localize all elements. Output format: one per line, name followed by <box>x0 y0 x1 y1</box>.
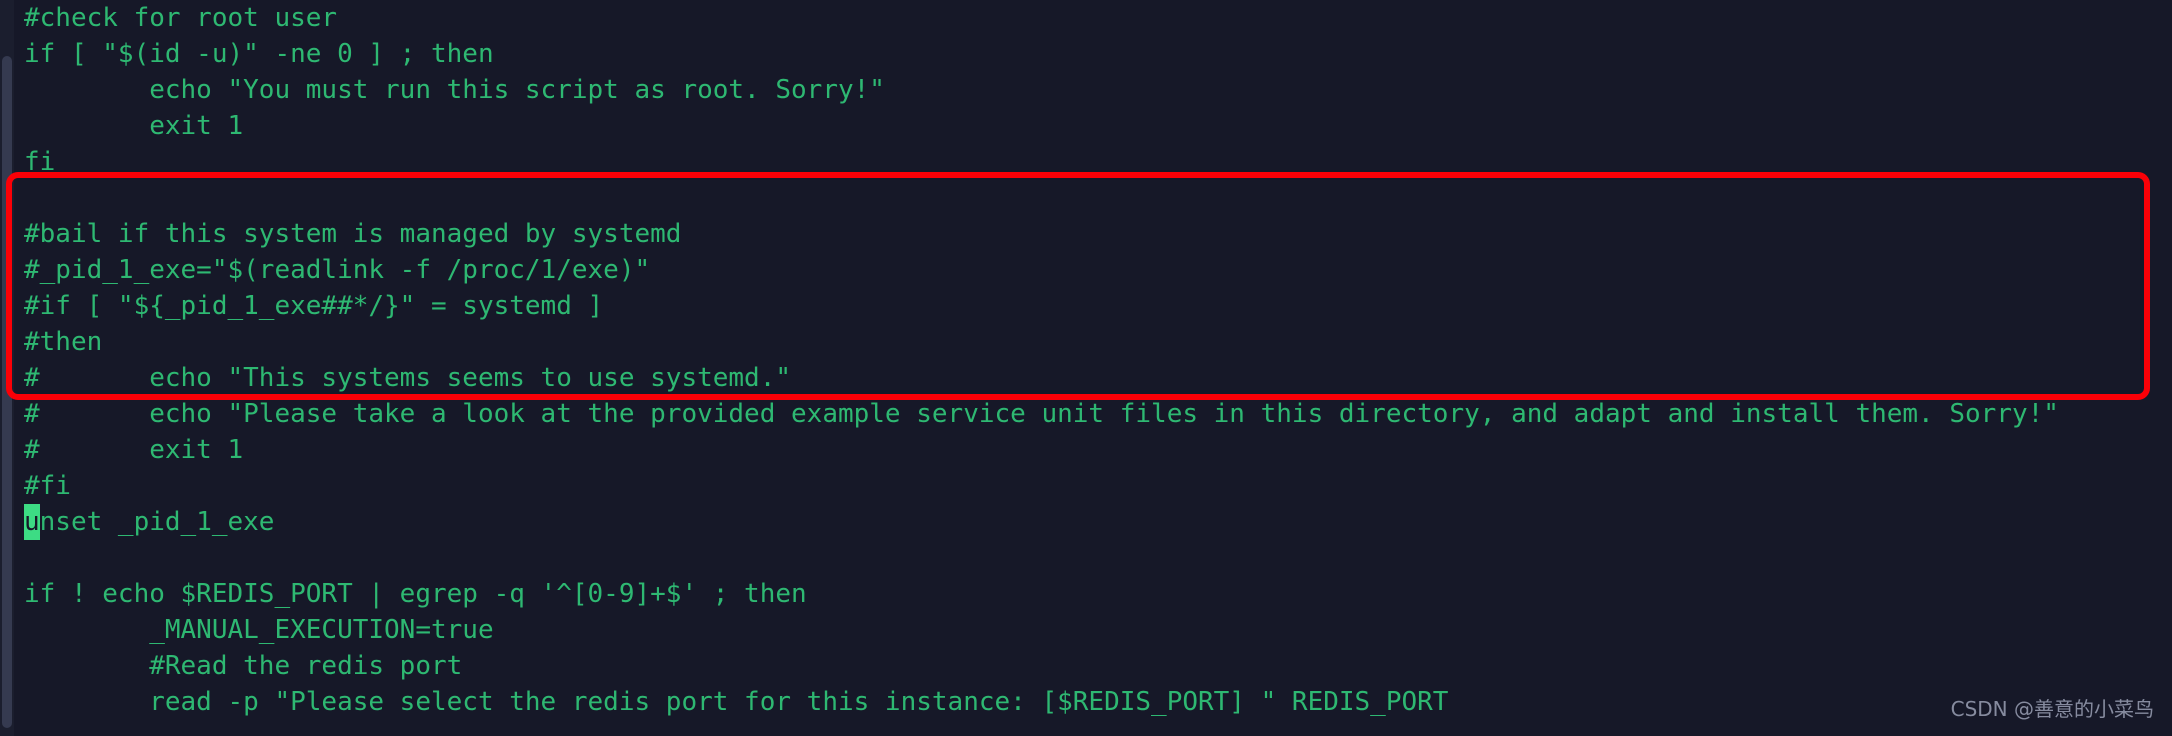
code-content-area[interactable]: #check for root user if [ "$(id -u)" -ne … <box>14 0 2172 736</box>
code-line[interactable]: _MANUAL_EXECUTION=true <box>14 612 2172 648</box>
code-editor-screen: #check for root user if [ "$(id -u)" -ne … <box>0 0 2172 736</box>
code-line[interactable] <box>14 180 2172 216</box>
text-cursor: u <box>24 504 40 540</box>
code-line[interactable]: #check for root user <box>14 0 2172 36</box>
code-line[interactable]: read -p "Please select the redis port fo… <box>14 684 2172 720</box>
code-line[interactable]: #fi <box>14 468 2172 504</box>
code-line[interactable]: echo "You must run this script as root. … <box>14 72 2172 108</box>
csdn-watermark: CSDN @善意的小菜鸟 <box>1950 697 2154 721</box>
code-line[interactable]: #_pid_1_exe="$(readlink -f /proc/1/exe)" <box>14 252 2172 288</box>
code-line[interactable]: if [ "$(id -u)" -ne 0 ] ; then <box>14 36 2172 72</box>
code-line[interactable]: unset _pid_1_exe <box>14 504 2172 540</box>
code-line[interactable]: exit 1 <box>14 108 2172 144</box>
code-line[interactable]: fi <box>14 144 2172 180</box>
code-line[interactable]: #bail if this system is managed by syste… <box>14 216 2172 252</box>
code-line[interactable]: # echo "Please take a look at the provid… <box>14 396 2172 432</box>
code-line[interactable]: # echo "This systems seems to use system… <box>14 360 2172 396</box>
code-line[interactable]: # exit 1 <box>14 432 2172 468</box>
editor-gutter <box>0 0 14 736</box>
code-line[interactable]: if ! echo $REDIS_PORT | egrep -q '^[0-9]… <box>14 576 2172 612</box>
code-line[interactable]: #if [ "${_pid_1_exe##*/}" = systemd ] <box>14 288 2172 324</box>
code-line[interactable] <box>14 540 2172 576</box>
vertical-scrollbar-thumb[interactable] <box>2 56 12 728</box>
code-line[interactable]: #then <box>14 324 2172 360</box>
code-line[interactable]: #Read the redis port <box>14 648 2172 684</box>
